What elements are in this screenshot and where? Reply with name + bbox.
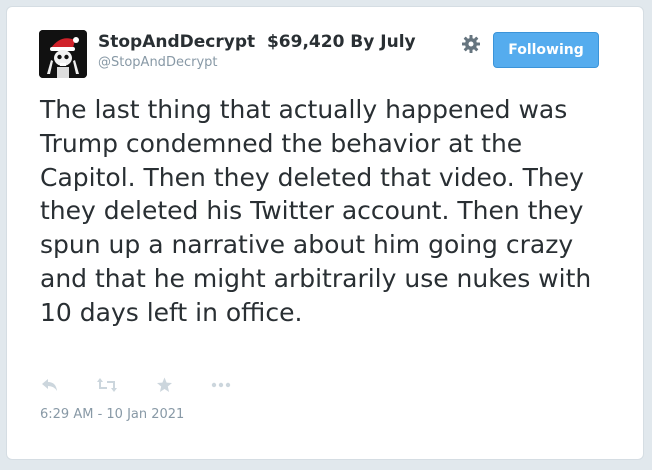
author-handle[interactable]: @StopAndDecrypt <box>98 55 217 70</box>
following-button[interactable]: Following <box>493 32 599 68</box>
tweet-text: The last thing that actually happened wa… <box>40 95 592 327</box>
retweet-icon[interactable] <box>97 375 117 395</box>
tweet-actions <box>40 375 231 395</box>
gear-icon[interactable] <box>460 33 482 55</box>
tweet-timestamp[interactable]: 6:29 AM - 10 Jan 2021 <box>40 407 184 422</box>
author-avatar[interactable] <box>39 30 87 78</box>
author-name-row: StopAndDecrypt $69,420 By July <box>98 32 416 52</box>
reply-icon[interactable] <box>40 375 60 395</box>
more-icon[interactable] <box>211 375 231 395</box>
author-display-name[interactable]: StopAndDecrypt $69,420 By July <box>98 32 416 52</box>
like-star-icon[interactable] <box>154 375 174 395</box>
skeleton-santa-avatar-icon <box>39 30 87 78</box>
